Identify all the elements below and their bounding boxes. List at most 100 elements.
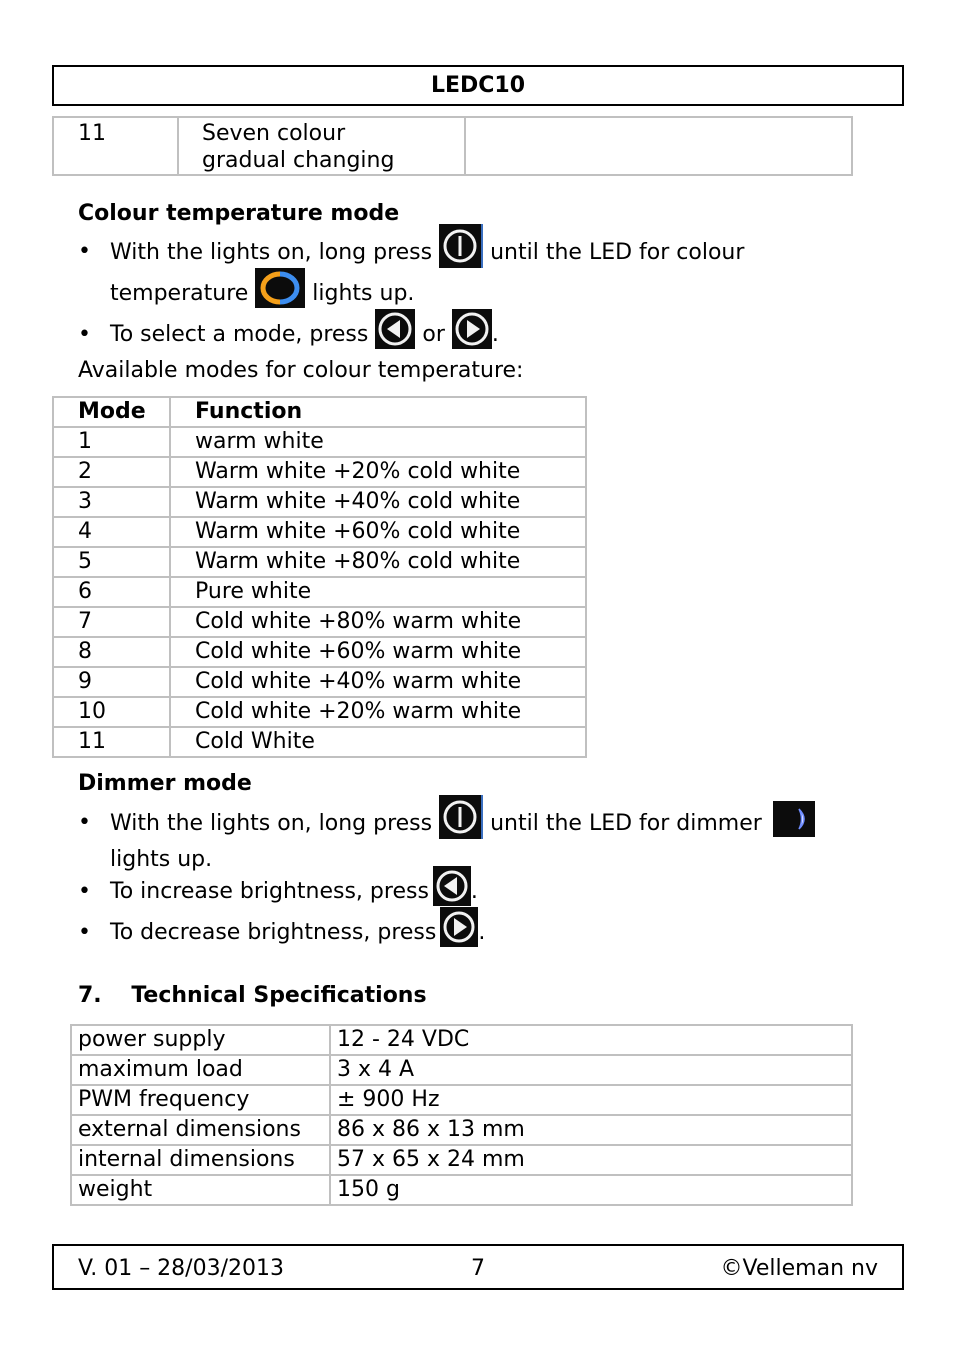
empty-cell — [466, 118, 851, 174]
spec-value: 150 g — [329, 1174, 853, 1206]
mode-cell: 9 — [52, 666, 171, 698]
function-cell: Cold white +80% warm white — [169, 606, 587, 638]
document-footer: V. 01 – 28/03/2013 7 ©Velleman nv — [52, 1244, 904, 1290]
spec-label: power supply — [70, 1024, 331, 1056]
mode-cell: 2 — [52, 456, 171, 488]
table-row: 6 Pure white — [52, 576, 587, 608]
document-header: LEDC10 — [52, 65, 904, 106]
table-row: 4 Warm white +60% cold white — [52, 516, 587, 548]
dimmer-bullet-3: • To decrease brightness, press . — [78, 907, 878, 959]
table-row: 5 Warm white +80% cold white — [52, 546, 587, 578]
function-cell: Cold white +40% warm white — [169, 666, 587, 698]
bullet-text: To increase brightness, press . — [110, 866, 478, 906]
text-fragment: With the lights on, long press — [110, 240, 433, 265]
modes-intro: Available modes for colour temperature: — [78, 358, 524, 383]
text-fragment: or — [422, 322, 445, 347]
power-button-icon — [439, 795, 484, 839]
spec-label: PWM frequency — [70, 1084, 331, 1116]
footer-version: V. 01 – 28/03/2013 — [78, 1256, 284, 1281]
function-cell: Cold white +60% warm white — [169, 636, 587, 668]
spec-label: maximum load — [70, 1054, 331, 1086]
colour-temp-bullet-1: • With the lights on, long press until t… — [78, 224, 878, 278]
section-number: 7. — [78, 983, 102, 1008]
spec-label: external dimensions — [70, 1114, 331, 1146]
specs-heading: 7. Technical Specifications — [78, 983, 427, 1008]
colour-temp-bullet-2: • To select a mode, press or . — [78, 309, 878, 361]
section-title-text: Technical Specifications — [131, 983, 427, 1008]
function-cell: Cold White — [169, 726, 587, 758]
function-cell: Warm white +60% cold white — [169, 516, 587, 548]
table-header-row: Mode Function — [52, 396, 587, 428]
mode-cell: 4 — [52, 516, 171, 548]
bullet-text: With the lights on, long press until the… — [110, 224, 745, 268]
text-fragment: temperature — [110, 281, 249, 306]
dimmer-heading: Dimmer mode — [78, 771, 252, 796]
table-row: 3 Warm white +40% cold white — [52, 486, 587, 518]
table-row: external dimensions 86 x 86 x 13 mm — [70, 1114, 853, 1146]
colour-temperature-heading: Colour temperature mode — [78, 201, 400, 226]
footer-page-number: 7 — [471, 1256, 485, 1281]
text-fragment: . — [491, 322, 499, 347]
mode-cell: 8 — [52, 636, 171, 668]
text-fragment: . — [470, 879, 478, 904]
bullet-dot: • — [78, 322, 91, 347]
column-header-mode: Mode — [52, 396, 171, 428]
bullet-dot: • — [78, 810, 91, 835]
dimmer-led-icon — [772, 801, 815, 837]
footer-copyright: ©Velleman nv — [720, 1256, 878, 1281]
bullet-text: To decrease brightness, press . — [110, 907, 485, 947]
spec-value: 57 x 65 x 24 mm — [329, 1144, 853, 1176]
table-row: 10 Cold white +20% warm white — [52, 696, 587, 728]
left-arrow-button-icon — [432, 866, 471, 906]
bullet-text: With the lights on, long press until the… — [110, 795, 815, 839]
spec-value: 86 x 86 x 13 mm — [329, 1114, 853, 1146]
left-arrow-button-icon — [375, 309, 416, 349]
text-fragment: With the lights on, long press — [110, 811, 433, 836]
text-fragment: To decrease brightness, press — [110, 920, 437, 945]
function-line: Seven colour — [202, 121, 346, 146]
mode-cell: 7 — [52, 606, 171, 638]
table-row: 11 Cold White — [52, 726, 587, 758]
spec-value: ± 900 Hz — [329, 1084, 853, 1116]
mode-cell: 11 — [52, 726, 171, 758]
table-row: 2 Warm white +20% cold white — [52, 456, 587, 488]
spec-label: weight — [70, 1174, 331, 1206]
table-row: 9 Cold white +40% warm white — [52, 666, 587, 698]
spec-value: 12 - 24 VDC — [329, 1024, 853, 1056]
continuation-table-row: 11 Seven colour gradual changing — [52, 116, 853, 176]
table-row: PWM frequency ± 900 Hz — [70, 1084, 853, 1116]
table-row: weight 150 g — [70, 1174, 853, 1206]
mode-cell: 3 — [52, 486, 171, 518]
right-arrow-button-icon — [440, 907, 479, 947]
power-button-icon — [439, 224, 484, 268]
column-header-function: Function — [169, 396, 587, 428]
bullet-text: temperature lights up. — [110, 268, 414, 308]
mode-cell: 11 — [54, 118, 179, 174]
colour-temperature-led-icon — [255, 268, 306, 308]
right-arrow-button-icon — [451, 309, 492, 349]
dimmer-bullet-1: • With the lights on, long press until t… — [78, 795, 898, 849]
bullet-dot: • — [78, 239, 91, 264]
text-fragment: until the LED for colour — [490, 240, 745, 265]
bullet-text: lights up. — [110, 847, 213, 872]
table-row: 1 warm white — [52, 426, 587, 458]
table-row: 7 Cold white +80% warm white — [52, 606, 587, 638]
colour-temperature-modes-table: Mode Function 1 warm white 2 Warm white +2… — [52, 396, 587, 758]
mode-cell: 5 — [52, 546, 171, 578]
function-cell: Warm white +80% cold white — [169, 546, 587, 578]
text-fragment: To increase brightness, press — [110, 879, 429, 904]
spec-value: 3 x 4 A — [329, 1054, 853, 1086]
mode-cell: 1 — [52, 426, 171, 458]
function-cell: Pure white — [169, 576, 587, 608]
function-cell: Cold white +20% warm white — [169, 696, 587, 728]
spec-label: internal dimensions — [70, 1144, 331, 1176]
table-row: maximum load 3 x 4 A — [70, 1054, 853, 1086]
mode-cell: 6 — [52, 576, 171, 608]
function-cell: Warm white +20% cold white — [169, 456, 587, 488]
function-line: gradual changing — [202, 148, 395, 173]
mode-cell: 10 — [52, 696, 171, 728]
header-title: LEDC10 — [430, 73, 526, 98]
bullet-dot: • — [78, 879, 91, 904]
text-fragment: To select a mode, press — [110, 322, 369, 347]
text-fragment: until the LED for dimmer — [490, 811, 762, 836]
